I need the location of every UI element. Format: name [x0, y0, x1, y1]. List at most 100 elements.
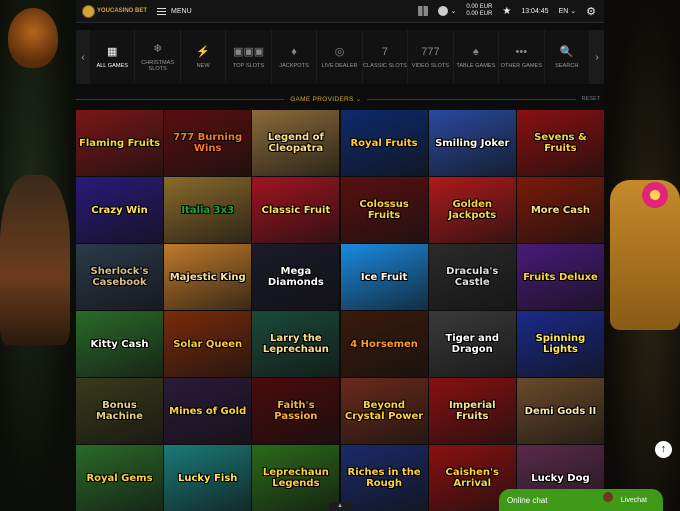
- user-menu[interactable]: ⌄: [438, 6, 456, 16]
- game-tile[interactable]: Mines of Gold: [164, 378, 252, 444]
- site-logo[interactable]: YOUCASINO BET: [82, 4, 148, 18]
- game-title: Royal Fruits: [350, 137, 418, 149]
- game-title: Italia 3x3: [181, 204, 235, 216]
- game-tile[interactable]: Demi Gods II: [516, 378, 604, 444]
- game-tile[interactable]: Faith's Passion: [252, 378, 340, 444]
- top-bar: YOUCASINO BET MENU ⌄ 0.00 EUR 0.00 EUR ★…: [76, 0, 604, 23]
- game-tile[interactable]: Colossus Fruits: [340, 177, 428, 243]
- game-tile[interactable]: Royal Fruits: [340, 110, 428, 176]
- game-tile[interactable]: Sevens & Fruits: [516, 110, 604, 176]
- language-selector[interactable]: EN ⌄: [559, 7, 577, 15]
- game-tile[interactable]: 777 Burning Wins: [164, 110, 252, 176]
- game-tile[interactable]: Solar Queen: [164, 311, 252, 377]
- chevron-down-icon: ⌄: [450, 8, 457, 15]
- game-tile[interactable]: Crazy Win: [76, 177, 163, 243]
- category-all-games[interactable]: ▦ ALL GAMES: [90, 30, 136, 84]
- game-tile[interactable]: Legend of Cleopatra: [252, 110, 340, 176]
- game-tile[interactable]: Imperial Fruits: [428, 378, 516, 444]
- game-title: Tiger and Dragon: [445, 333, 500, 355]
- game-tile[interactable]: Majestic King: [164, 244, 252, 310]
- category-classic-slots[interactable]: 7 CLASSIC SLOTS: [363, 30, 409, 84]
- category-top-slots[interactable]: ▣▣▣ TOP SLOTS: [226, 30, 272, 84]
- game-tile[interactable]: Lucky Fish: [164, 445, 252, 511]
- category-label: TOP SLOTS: [232, 62, 265, 69]
- game-tile[interactable]: 4 Horsemen: [340, 311, 428, 377]
- category-label: ALL GAMES: [96, 62, 128, 69]
- game-tile[interactable]: Smiling Joker: [428, 110, 516, 176]
- game-title: Royal Gems: [86, 472, 153, 484]
- game-tile[interactable]: Spinning Lights: [516, 311, 604, 377]
- hibiscus-flower: [642, 182, 668, 208]
- divider: [76, 98, 285, 100]
- category-label: VIDEO SLOTS: [411, 62, 450, 69]
- game-tile[interactable]: More Cash: [516, 177, 604, 243]
- logo-text: YOUCASINO BET: [97, 8, 148, 14]
- providers-label: GAME PROVIDERS: [290, 96, 354, 103]
- game-tile[interactable]: Bonus Machine: [76, 378, 163, 444]
- game-title: Sevens & Fruits: [534, 132, 587, 154]
- game-providers-dropdown[interactable]: GAME PROVIDERS ⌄: [284, 95, 367, 103]
- category-label: CHRISTMAS SLOTS: [141, 59, 175, 72]
- game-tile[interactable]: Sherlock's Casebook: [76, 244, 163, 310]
- game-title: Colossus Fruits: [359, 199, 409, 221]
- scroll-to-top-icon[interactable]: ↑: [655, 441, 672, 458]
- category-jackpots[interactable]: ♦ JACKPOTS: [272, 30, 318, 84]
- right-decoration: [604, 0, 680, 511]
- category-search[interactable]: 🔍 SEARCH: [545, 30, 590, 84]
- category-next-arrow-icon[interactable]: ›: [589, 30, 604, 84]
- settings-gear-icon[interactable]: ⚙: [586, 5, 596, 18]
- game-title: Kitty Cash: [90, 338, 149, 350]
- livechat-label: Livechat: [620, 496, 647, 504]
- category-live-dealer[interactable]: ◎ LIVE DEALER: [317, 30, 363, 84]
- gift-icon[interactable]: [418, 6, 429, 16]
- category-label: TABLE GAMES: [456, 62, 496, 69]
- game-title: Riches in the Rough: [347, 467, 421, 489]
- category-video-slots[interactable]: 777 VIDEO SLOTS: [408, 30, 454, 84]
- online-chat-widget[interactable]: Online chat Livechat: [499, 489, 663, 511]
- game-title: Faith's Passion: [274, 400, 318, 422]
- game-tile[interactable]: Italia 3x3: [164, 177, 252, 243]
- star-icon[interactable]: ★: [502, 6, 511, 17]
- diamond-icon: ♦: [291, 45, 297, 58]
- category-label: CLASSIC SLOTS: [363, 62, 407, 69]
- game-tile[interactable]: Classic Fruit: [252, 177, 340, 243]
- cards-icon: ♠: [472, 45, 479, 58]
- category-prev-arrow-icon[interactable]: ‹: [76, 30, 90, 84]
- category-label: OTHER GAMES: [500, 62, 542, 69]
- category-christmas-slots[interactable]: ❄ CHRISTMAS SLOTS: [135, 30, 181, 84]
- game-tile[interactable]: Royal Gems: [76, 445, 163, 511]
- left-decoration: [0, 0, 76, 511]
- slot-reels-icon: ▣▣▣: [232, 45, 265, 58]
- category-table-games[interactable]: ♠ TABLE GAMES: [454, 30, 500, 84]
- game-tile[interactable]: Leprechaun Legends: [252, 445, 340, 511]
- game-tile[interactable]: Riches in the Rough: [340, 445, 428, 511]
- game-tile[interactable]: Mega Diamonds: [252, 244, 340, 310]
- game-title: Dracula's Castle: [446, 266, 499, 288]
- game-title: Bonus Machine: [95, 400, 144, 422]
- balance-main: 0.00 EUR: [466, 4, 493, 10]
- game-tile[interactable]: Golden Jackpots: [428, 177, 516, 243]
- collapse-arrow-icon[interactable]: ▲: [329, 502, 351, 511]
- game-tile[interactable]: Ice Fruit: [340, 244, 428, 310]
- game-title: Larry the Leprechaun: [262, 333, 329, 355]
- game-tile[interactable]: Fruits Deluxe: [516, 244, 604, 310]
- game-title: Lucky Fish: [177, 472, 238, 484]
- category-other-games[interactable]: ••• OTHER GAMES: [499, 30, 545, 84]
- game-tile[interactable]: Kitty Cash: [76, 311, 163, 377]
- balance-display[interactable]: 0.00 EUR 0.00 EUR: [466, 4, 492, 18]
- category-new[interactable]: ⚡ NEW: [181, 30, 227, 84]
- game-tile[interactable]: Larry the Leprechaun: [252, 311, 340, 377]
- game-tile[interactable]: Tiger and Dragon: [428, 311, 516, 377]
- game-title: Beyond Crystal Power: [344, 400, 424, 422]
- game-title: Ice Fruit: [360, 271, 408, 283]
- roulette-icon: ◎: [334, 45, 345, 58]
- pirate-mascot: [0, 175, 70, 345]
- game-tile[interactable]: Beyond Crystal Power: [340, 378, 428, 444]
- reset-button[interactable]: RESET: [582, 96, 600, 102]
- user-icon: [438, 6, 449, 16]
- chat-label: Online chat: [507, 495, 548, 505]
- divider: [367, 98, 576, 100]
- menu-button[interactable]: MENU: [157, 7, 192, 15]
- game-tile[interactable]: Dracula's Castle: [428, 244, 516, 310]
- game-tile[interactable]: Flaming Fruits: [76, 110, 163, 176]
